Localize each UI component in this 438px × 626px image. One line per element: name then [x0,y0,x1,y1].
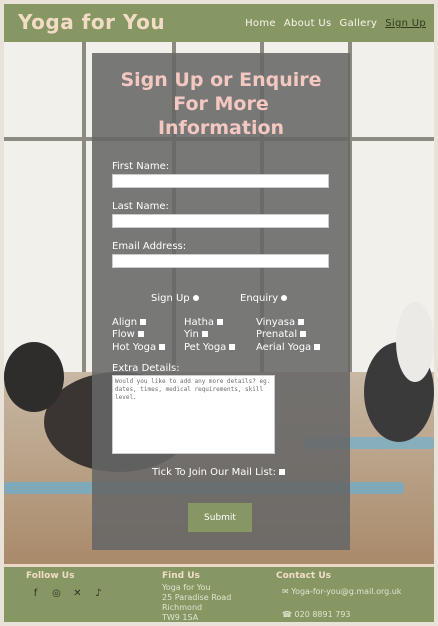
last-name-field[interactable] [112,214,329,228]
flow-checkbox[interactable] [137,331,144,337]
nav-about-us[interactable]: About Us [284,18,332,29]
nav-home[interactable]: Home [245,18,276,29]
instagram-icon[interactable]: ◎ [51,588,62,599]
nav-gallery[interactable]: Gallery [340,18,378,29]
class-option-hot-yoga[interactable]: Hot Yoga [112,342,166,353]
class-option-pet-yoga[interactable]: Pet Yoga [184,342,236,353]
form-title: Sign Up or Enquire For More Information [120,69,322,139]
hot-yoga-checkbox[interactable] [159,344,166,350]
last-name-label: Last Name: [112,201,169,212]
site-brand[interactable]: Yoga for You [18,10,165,34]
first-name-field[interactable] [112,174,329,188]
site-header: Yoga for You Home About Us Gallery Sign … [4,4,434,42]
follow-us-heading: Follow Us [26,571,75,581]
site-footer: Follow Us f ◎ ✕ ♪ Find Us Yoga for You 2… [4,564,434,622]
class-option-aerial-yoga[interactable]: Aerial Yoga [256,342,321,353]
aerial-yoga-checkbox[interactable] [314,344,321,350]
first-name-label: First Name: [112,161,170,172]
x-icon[interactable]: ✕ [72,588,83,599]
signup-form: Sign Up or Enquire For More Information … [92,53,350,550]
social-links: f ◎ ✕ ♪ [30,588,104,599]
extra-details-textarea[interactable]: Would you like to add any more details? … [112,375,275,454]
signup-radio-option[interactable]: Sign Up [151,293,199,304]
yin-checkbox[interactable] [201,331,208,337]
signup-radio[interactable] [192,295,199,301]
contact-email[interactable]: ✉ Yoga-for-you@g.mail.org.uk [282,587,401,597]
vinyasa-checkbox[interactable] [298,319,305,325]
tiktok-icon[interactable]: ♪ [93,588,104,599]
prenatal-checkbox[interactable] [300,331,307,337]
find-us-heading: Find Us [162,571,200,581]
main-nav: Home About Us Gallery Sign Up [245,18,426,29]
phone-icon: ☎ [282,610,292,619]
person-figure [4,342,64,412]
mail-list-option[interactable]: Tick To Join Our Mail List: [152,467,285,478]
person-figure [396,302,434,382]
contact-us-heading: Contact Us [276,571,332,581]
email-field[interactable] [112,254,329,268]
facebook-icon[interactable]: f [30,588,41,599]
class-option-hatha[interactable]: Hatha [184,317,224,328]
window-frame [82,42,86,372]
page: Yoga for You Home About Us Gallery Sign … [4,4,434,622]
class-option-yin[interactable]: Yin [184,329,208,340]
extra-details-label: Extra Details: [112,363,180,374]
class-option-prenatal[interactable]: Prenatal [256,329,307,340]
enquiry-radio-option[interactable]: Enquiry [240,293,288,304]
class-option-align[interactable]: Align [112,317,147,328]
pet-yoga-checkbox[interactable] [229,344,236,350]
submit-button[interactable]: Submit [188,503,252,532]
hatha-checkbox[interactable] [217,319,224,325]
mail-list-checkbox[interactable] [278,469,285,475]
nav-sign-up[interactable]: Sign Up [385,18,426,29]
enquiry-radio[interactable] [281,295,288,301]
class-option-vinyasa[interactable]: Vinyasa [256,317,305,328]
contact-phone[interactable]: ☎ 020 8891 793 [282,610,351,620]
email-label: Email Address: [112,241,187,252]
class-option-flow[interactable]: Flow [112,329,144,340]
address: Yoga for You 25 Paradise Road Richmond T… [162,583,232,622]
envelope-icon: ✉ [282,587,289,596]
align-checkbox[interactable] [140,319,147,325]
